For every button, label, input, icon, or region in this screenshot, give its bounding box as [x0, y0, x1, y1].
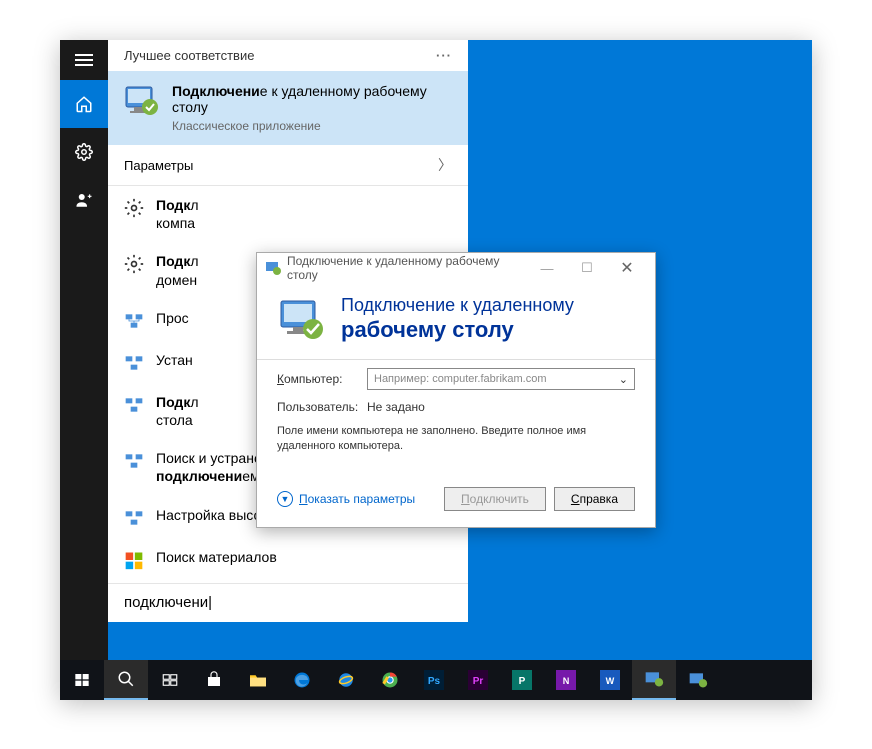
computer-label: Компьютер: — [277, 372, 357, 386]
user-label: Пользователь: — [277, 400, 357, 414]
network-icon — [124, 353, 144, 373]
start-button[interactable] — [60, 660, 104, 700]
rdp-header: Подключение к удаленному рабочему столу — [257, 283, 655, 359]
edge-icon[interactable] — [280, 660, 324, 700]
chevron-right-icon: 〉 — [438, 155, 452, 175]
computer-combo[interactable]: Например: computer.fabrikam.com — [367, 368, 635, 390]
result-item-8[interactable]: Поиск материалов — [108, 538, 468, 580]
params-header[interactable]: Параметры 〉 — [108, 145, 468, 186]
result-item-1[interactable]: Подклкомпа — [108, 186, 468, 242]
explorer-icon[interactable] — [236, 660, 280, 700]
network-icon — [124, 508, 144, 528]
search-input[interactable]: подключени — [124, 594, 212, 611]
best-match-label: Лучшее соответствие — [124, 48, 254, 63]
rdp-titlebar[interactable]: Подключение к удаленному рабочему столу … — [257, 253, 655, 283]
ie-icon[interactable] — [324, 660, 368, 700]
network-icon — [124, 395, 144, 415]
rdp-title-text: Подключение к удаленному рабочему столу — [287, 254, 527, 282]
maximize-button[interactable]: ☐ — [567, 253, 607, 283]
user-value: Не задано — [367, 400, 425, 414]
store-icon — [124, 550, 144, 570]
svg-text:Pr: Pr — [473, 676, 484, 687]
rdp-app-icon — [124, 83, 160, 119]
network-icon — [124, 451, 144, 471]
connect-button[interactable]: Подключить — [444, 487, 546, 511]
onenote-icon[interactable]: N — [544, 660, 588, 700]
svg-text:P: P — [519, 676, 526, 687]
minimize-button[interactable]: — — [527, 253, 567, 283]
start-sidebar — [60, 40, 108, 660]
rdp-taskbar-1[interactable] — [632, 660, 676, 700]
search-box: подключени — [108, 583, 468, 622]
premiere-icon[interactable]: Pr — [456, 660, 500, 700]
settings-icon[interactable] — [60, 128, 108, 176]
rdp-body: Компьютер: Например: computer.fabrikam.c… — [257, 359, 655, 487]
task-view-button[interactable] — [148, 660, 192, 700]
rdp-header-icon — [277, 295, 325, 343]
help-button[interactable]: Справка — [554, 487, 635, 511]
rdp-footer: ▼ Показать параметры Подключить Справка — [257, 487, 655, 527]
rdp-dialog: Подключение к удаленному рабочему столу … — [256, 252, 656, 528]
user-icon[interactable] — [60, 176, 108, 224]
search-button[interactable] — [104, 660, 148, 700]
publisher-icon[interactable]: P — [500, 660, 544, 700]
best-match-item[interactable]: Подключение к удаленному рабочему столу … — [108, 71, 468, 145]
home-icon[interactable] — [60, 80, 108, 128]
store-icon[interactable] — [192, 660, 236, 700]
network-icon — [124, 311, 144, 331]
photoshop-icon[interactable]: Ps — [412, 660, 456, 700]
svg-text:Ps: Ps — [428, 676, 441, 687]
best-match-text: Подключение к удаленному рабочему столу … — [172, 83, 452, 133]
rdp-titlebar-icon — [265, 260, 281, 276]
rdp-header-text: Подключение к удаленному рабочему столу — [341, 295, 574, 343]
word-icon[interactable]: W — [588, 660, 632, 700]
show-options-link[interactable]: ▼ Показать параметры — [277, 491, 436, 507]
taskbar: Ps Pr P N W — [60, 660, 812, 700]
rdp-hint: Поле имени компьютера не заполнено. Введ… — [277, 424, 635, 455]
close-button[interactable]: ✕ — [607, 253, 647, 283]
chevron-down-icon: ▼ — [277, 491, 293, 507]
gear-icon — [124, 198, 144, 218]
rdp-taskbar-2[interactable] — [676, 660, 720, 700]
chrome-icon[interactable] — [368, 660, 412, 700]
hamburger-button[interactable] — [60, 40, 108, 80]
gear-icon — [124, 254, 144, 274]
best-match-header: Лучшее соответствие ··· — [108, 40, 468, 71]
desktop-frame: Лучшее соответствие ··· Подключение к уд… — [60, 40, 812, 700]
svg-text:W: W — [606, 676, 615, 686]
svg-text:N: N — [563, 676, 570, 686]
more-button[interactable]: ··· — [436, 48, 452, 63]
